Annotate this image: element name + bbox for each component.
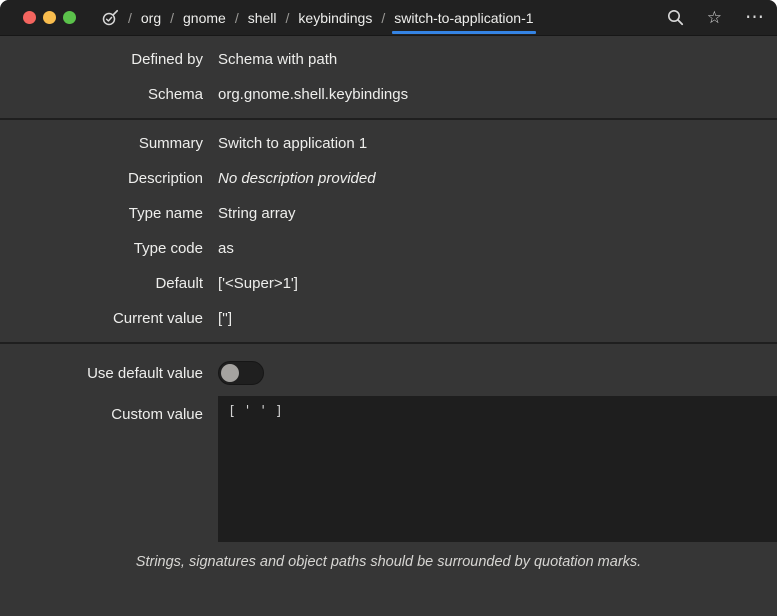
use-default-label: Use default value [87, 364, 203, 382]
quotation-hint-note: Strings, signatures and object paths sho… [135, 554, 642, 570]
maximize-button[interactable] [63, 11, 76, 24]
minimize-button[interactable] [43, 11, 56, 24]
row-label: Summary [138, 135, 203, 152]
row-label: Schema [147, 86, 203, 103]
breadcrumb-separator: / [234, 9, 239, 26]
window-controls [23, 11, 76, 24]
property-row-default: Default ['<Super>1'] [0, 266, 777, 301]
row-value: ['<Super>1'] [218, 275, 298, 292]
row-value: Switch to application 1 [218, 135, 368, 152]
breadcrumb-item-switch-to-application-1[interactable]: switch-to-application-1 [392, 10, 536, 34]
breadcrumb-separator: / [128, 9, 132, 26]
property-row-schema: Schema org.gnome.shell.keybindings [0, 77, 777, 112]
menu-icon[interactable]: ⋯ [745, 8, 765, 27]
breadcrumb-item-org[interactable]: org [141, 10, 161, 26]
property-row-description: Description No description provided [0, 161, 777, 196]
dconf-editor-app-icon [101, 9, 119, 27]
custom-value-input[interactable]: [ ' ' ] [218, 396, 777, 542]
property-row-defined-by: Defined by Schema with path [0, 42, 777, 77]
row-value: [''] [218, 310, 233, 327]
property-row-summary: Summary Switch to application 1 [0, 126, 777, 161]
row-label: Current value [112, 310, 203, 327]
editor-section: Use default value Custom value [ ' ' ] S… [0, 344, 777, 576]
row-label: Type code [133, 240, 203, 257]
property-row-type-code: Type code as [0, 231, 777, 266]
row-value: String array [218, 205, 296, 222]
row-label: Defined by [131, 51, 203, 68]
header-bar: / org / gnome / shell / keybindings / sw… [0, 0, 777, 36]
bookmark-star-icon[interactable]: ☆ [707, 9, 722, 26]
row-value: as [218, 240, 234, 257]
row-value: org.gnome.shell.keybindings [218, 86, 409, 103]
breadcrumb-item-gnome[interactable]: gnome [183, 10, 226, 26]
use-default-row: Use default value [0, 350, 777, 396]
row-value: Schema with path [218, 51, 338, 68]
row-value: No description provided [218, 170, 376, 187]
breadcrumb-separator: / [381, 9, 386, 26]
header-actions: ☆ ⋯ [667, 8, 777, 27]
close-button[interactable] [23, 11, 36, 24]
origin-section: Defined by Schema with path Schema org.g… [0, 36, 777, 118]
breadcrumb-item-shell[interactable]: shell [248, 10, 277, 26]
custom-value-row: Custom value [ ' ' ] [0, 396, 777, 542]
row-label: Default [155, 275, 203, 292]
custom-value-label: Custom value [111, 406, 203, 423]
use-default-toggle[interactable] [218, 361, 264, 385]
search-icon[interactable] [667, 9, 684, 26]
breadcrumb-separator: / [170, 9, 175, 26]
row-label: Description [127, 170, 203, 187]
breadcrumb: / org / gnome / shell / keybindings / sw… [101, 9, 536, 34]
details-section: Summary Switch to application 1 Descript… [0, 120, 777, 342]
key-detail-panel: Defined by Schema with path Schema org.g… [0, 36, 777, 616]
dconf-editor-window: / org / gnome / shell / keybindings / sw… [0, 0, 777, 616]
row-label: Type name [128, 205, 203, 222]
toggle-knob [221, 364, 239, 382]
property-row-type-name: Type name String array [0, 196, 777, 231]
breadcrumb-item-keybindings[interactable]: keybindings [298, 10, 372, 26]
breadcrumb-separator: / [285, 9, 290, 26]
property-row-current-value: Current value [''] [0, 301, 777, 336]
